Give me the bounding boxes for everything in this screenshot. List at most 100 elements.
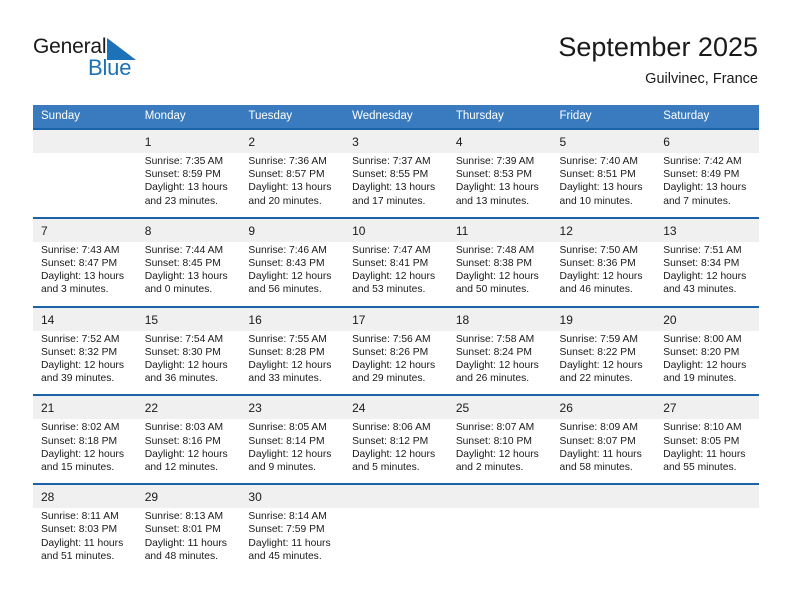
sunrise-text: Sunrise: 8:00 AM [663,333,742,345]
day-number[interactable]: 20 [655,307,759,331]
daylight-text: and 23 minutes. [144,195,218,207]
day-number[interactable]: 29 [136,485,241,509]
day-number[interactable]: 9 [240,218,345,242]
sunset-text: Sunset: 8:07 PM [559,435,636,447]
daylight-text: Daylight: 11 hours [144,537,227,549]
day-number[interactable]: 25 [447,396,552,420]
day-cell[interactable]: Sunrise: 8:07 AM Sunset: 8:10 PM Daylight:… [447,419,552,484]
day-cell[interactable]: Sunrise: 7:37 AM Sunset: 8:55 PM Daylight:… [344,153,448,217]
day-cell[interactable]: Sunrise: 7:50 AM Sunset: 8:36 PM Daylight:… [551,241,656,306]
day-cell[interactable]: Sunrise: 8:06 AM Sunset: 8:12 PM Daylight:… [344,419,448,484]
sunset-text: Sunset: 8:01 PM [144,524,221,536]
sunset-text: Sunset: 8:24 PM [455,346,532,358]
location-subtitle: Guilvinec, France [645,71,758,87]
day-number[interactable]: 5 [551,130,656,153]
day-number[interactable]: 6 [655,130,759,153]
sunrise-text: Sunrise: 7:47 AM [352,244,431,256]
day-details-row: Sunrise: 8:11 AM Sunset: 8:03 PM Daylight:… [33,508,759,573]
day-cell[interactable]: Sunrise: 7:48 AM Sunset: 8:38 PM Daylight:… [447,241,552,306]
daylight-text: and 29 minutes. [352,373,426,385]
day-number[interactable]: 16 [240,307,345,331]
day-number-empty [447,485,552,509]
sunset-text: Sunset: 8:05 PM [663,435,740,447]
day-cell[interactable]: Sunrise: 7:42 AM Sunset: 8:49 PM Daylight:… [655,153,759,217]
day-number[interactable]: 30 [240,485,345,509]
sunrise-text: Sunrise: 7:42 AM [663,156,742,167]
day-cell[interactable]: Sunrise: 7:35 AM Sunset: 8:59 PM Daylight:… [136,153,241,217]
sunset-text: Sunset: 8:18 PM [41,435,118,447]
day-number[interactable]: 17 [344,307,448,331]
day-cell[interactable]: Sunrise: 8:05 AM Sunset: 8:14 PM Daylight:… [240,419,345,484]
daylight-text: Daylight: 11 hours [663,448,746,460]
daylight-text: and 56 minutes. [248,284,322,296]
day-cell[interactable]: Sunrise: 8:14 AM Sunset: 7:59 PM Daylight:… [240,508,345,573]
daylight-text: Daylight: 12 hours [352,360,436,372]
day-details-row: Sunrise: 8:02 AM Sunset: 8:18 PM Daylight:… [33,419,759,484]
day-number[interactable]: 2 [240,130,345,153]
daylight-text: and 26 minutes. [455,373,530,385]
sunrise-text: Sunrise: 8:13 AM [144,511,224,523]
day-number[interactable]: 4 [447,130,552,153]
daylight-text: and 19 minutes. [663,373,737,385]
day-cell[interactable]: Sunrise: 7:43 AM Sunset: 8:47 PM Daylight:… [33,241,137,306]
daylight-text: Daylight: 12 hours [455,448,539,460]
day-cell[interactable]: Sunrise: 8:10 AM Sunset: 8:05 PM Daylight:… [655,419,759,484]
day-number[interactable]: 28 [33,485,137,509]
day-number[interactable]: 27 [655,396,759,420]
daylight-text: Daylight: 12 hours [352,271,436,283]
day-number[interactable]: 24 [344,396,448,420]
day-cell[interactable]: Sunrise: 8:13 AM Sunset: 8:01 PM Daylight:… [136,508,241,573]
day-cell[interactable]: Sunrise: 8:03 AM Sunset: 8:16 PM Daylight:… [136,419,241,484]
day-number[interactable]: 3 [344,130,448,153]
sunrise-text: Sunrise: 8:06 AM [352,422,431,434]
day-cell[interactable]: Sunrise: 7:56 AM Sunset: 8:26 PM Daylight:… [344,330,448,395]
day-number[interactable]: 19 [551,307,656,331]
day-cell[interactable]: Sunrise: 7:52 AM Sunset: 8:32 PM Daylight:… [33,330,137,395]
day-number[interactable]: 15 [136,307,241,331]
day-number[interactable]: 22 [136,396,241,420]
daylight-text: and 53 minutes. [352,284,426,296]
daylight-text: and 33 minutes. [248,373,322,385]
daylight-text: Daylight: 13 hours [248,182,332,194]
day-cell[interactable]: Sunrise: 7:58 AM Sunset: 8:24 PM Daylight:… [447,330,552,395]
day-number-row: 14 15 16 17 18 19 20 [33,307,759,331]
day-cell[interactable]: Sunrise: 7:46 AM Sunset: 8:43 PM Daylight:… [240,241,345,306]
sunset-text: Sunset: 8:26 PM [352,346,429,358]
day-number[interactable]: 13 [655,218,759,242]
day-cell[interactable]: Sunrise: 7:51 AM Sunset: 8:34 PM Daylight:… [655,241,759,306]
sunset-text: Sunset: 8:12 PM [352,435,429,447]
daylight-text: and 43 minutes. [663,284,737,296]
daylight-text: Daylight: 12 hours [248,448,332,460]
page-title: September 2025 [558,32,758,62]
calendar-header-row: Sunday Monday Tuesday Wednesday Thursday Frid… [33,105,759,128]
day-cell[interactable]: Sunrise: 8:02 AM Sunset: 8:18 PM Daylight:… [33,419,137,484]
day-cell[interactable]: Sunrise: 8:11 AM Sunset: 8:03 PM Daylight:… [33,508,137,573]
daylight-text: and 3 minutes. [41,284,109,296]
day-cell[interactable]: Sunrise: 8:09 AM Sunset: 8:07 PM Daylight:… [551,419,656,484]
daylight-text: Daylight: 12 hours [248,271,332,283]
day-cell[interactable]: Sunrise: 7:59 AM Sunset: 8:22 PM Daylight:… [551,330,656,395]
day-number[interactable]: 18 [447,307,552,331]
day-cell[interactable]: Sunrise: 7:40 AM Sunset: 8:51 PM Daylight:… [551,153,656,217]
day-cell[interactable]: Sunrise: 8:00 AM Sunset: 8:20 PM Daylight:… [655,330,759,395]
day-cell[interactable]: Sunrise: 7:44 AM Sunset: 8:45 PM Daylight:… [136,241,241,306]
day-number[interactable]: 14 [33,307,137,331]
day-number[interactable]: 1 [136,130,241,153]
day-number[interactable]: 11 [447,218,552,242]
sunset-text: Sunset: 8:49 PM [663,169,740,181]
day-cell[interactable]: Sunrise: 7:39 AM Sunset: 8:53 PM Daylight:… [447,153,552,217]
day-number[interactable]: 7 [33,218,137,242]
daylight-text: Daylight: 12 hours [41,448,124,460]
day-number[interactable]: 12 [551,218,656,242]
sunset-text: Sunset: 7:59 PM [248,524,325,536]
day-number[interactable]: 10 [344,218,448,242]
day-number[interactable]: 21 [33,396,137,420]
day-cell[interactable]: Sunrise: 7:36 AM Sunset: 8:57 PM Daylight:… [240,153,345,217]
day-number[interactable]: 8 [136,218,241,242]
day-cell[interactable]: Sunrise: 7:47 AM Sunset: 8:41 PM Daylight:… [344,241,448,306]
day-number[interactable]: 26 [551,396,656,420]
day-cell[interactable]: Sunrise: 7:54 AM Sunset: 8:30 PM Daylight:… [136,330,241,395]
day-cell[interactable]: Sunrise: 7:55 AM Sunset: 8:28 PM Daylight:… [240,330,345,395]
daylight-text: Daylight: 11 hours [559,448,642,460]
day-number[interactable]: 23 [240,396,345,420]
